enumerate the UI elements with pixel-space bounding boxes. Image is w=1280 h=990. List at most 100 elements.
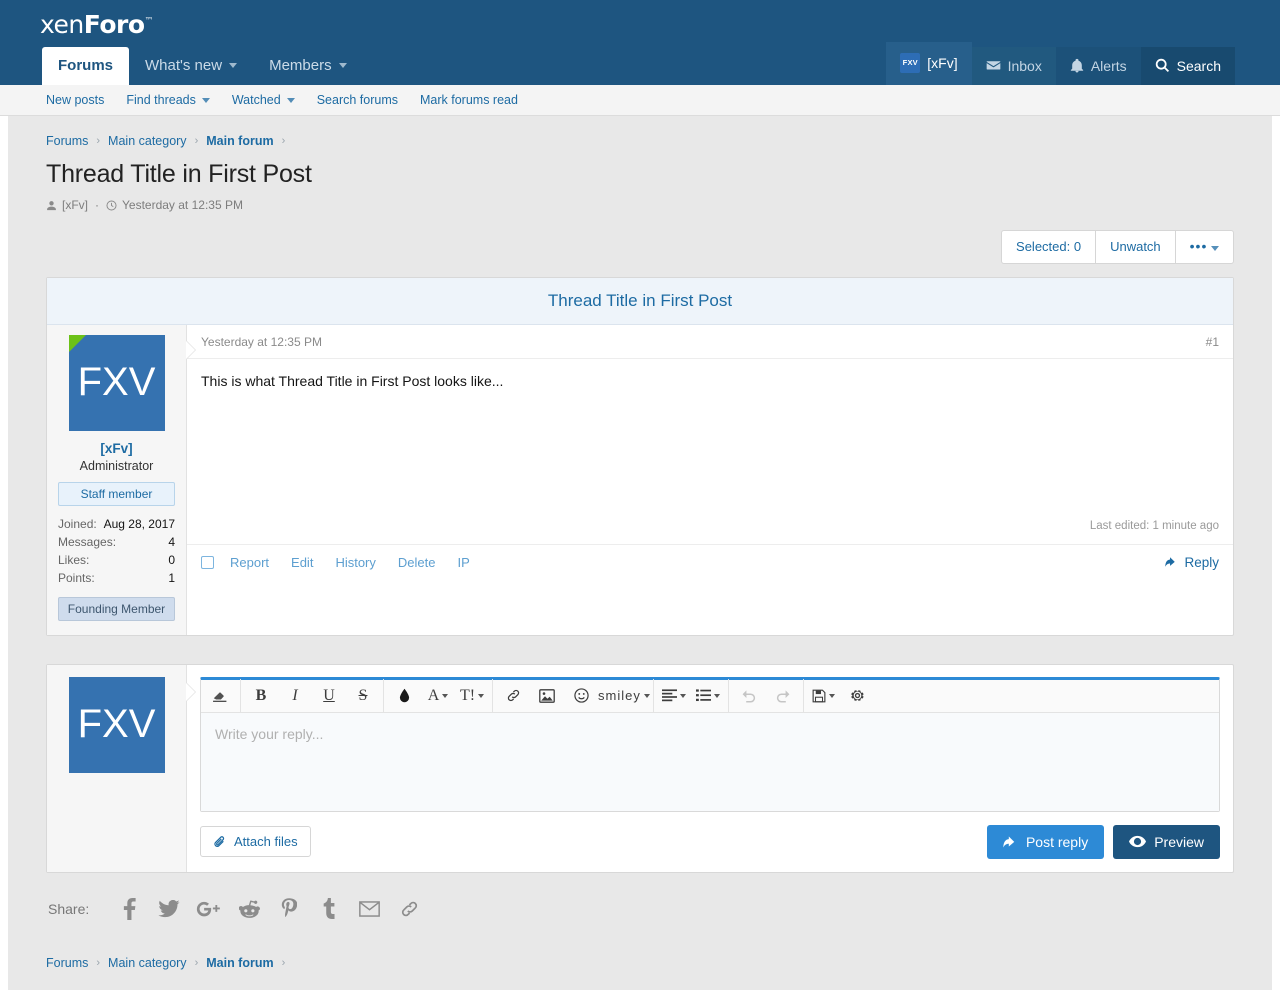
smilies-icon[interactable] <box>564 679 598 712</box>
subnav-item-new-posts[interactable]: New posts <box>46 93 115 107</box>
attach-files-button[interactable]: Attach files <box>200 826 311 857</box>
selected-count-button[interactable]: Selected: 0 <box>1001 230 1097 264</box>
chevron-down-icon <box>286 97 295 103</box>
undo-icon[interactable] <box>732 679 766 712</box>
page-container: Forums › Main category › Main forum › Th… <box>0 116 1280 990</box>
post-reply-button[interactable]: Post reply <box>986 824 1105 859</box>
alerts-label: Alerts <box>1090 57 1127 74</box>
preview-button[interactable]: Preview <box>1113 824 1220 859</box>
settings-icon[interactable] <box>841 679 875 712</box>
post-timestamp[interactable]: Yesterday at 12:35 PM <box>201 335 322 349</box>
italic-icon[interactable]: I <box>278 679 312 712</box>
subnav-item-watched[interactable]: Watched <box>221 93 306 107</box>
breadcrumb-separator: › <box>281 135 286 147</box>
google-plus-icon[interactable] <box>189 900 229 918</box>
tumblr-icon[interactable] <box>309 898 349 919</box>
breadcrumb-label: Forums <box>46 134 89 148</box>
inbox-button[interactable]: Inbox <box>971 47 1056 85</box>
post-permalink[interactable]: #1 <box>1206 335 1219 349</box>
post-select-checkbox[interactable] <box>201 555 214 569</box>
text-color-icon[interactable] <box>387 679 421 712</box>
post-article: FXV [xFv] Administrator Staff member Joi… <box>47 324 1233 635</box>
page-title: Thread Title in First Post <box>46 160 312 188</box>
bold-icon[interactable]: B <box>244 679 278 712</box>
user-banner: Founding Member <box>58 596 175 621</box>
font-family-icon[interactable]: A <box>421 679 455 712</box>
reddit-icon[interactable] <box>229 899 269 918</box>
editor-footer: Attach files Post reply Preview <box>200 824 1220 859</box>
breadcrumb-item-main-category[interactable]: Main category <box>108 134 187 148</box>
toolbar-separator <box>727 679 729 712</box>
breadcrumb-label: Forums <box>46 955 89 970</box>
post-user-info: FXV [xFv] Administrator Staff member Joi… <box>47 324 195 635</box>
redo-icon[interactable] <box>766 679 800 712</box>
post-username[interactable]: [xFv] <box>58 441 175 456</box>
avatar[interactable]: FXV <box>68 676 165 773</box>
post-message-text: This is what Thread Title in First Post … <box>201 372 504 389</box>
reply-textarea[interactable]: Write your reply... <box>201 712 1219 811</box>
facebook-icon[interactable] <box>109 897 149 920</box>
breadcrumb-item-main-forum[interactable]: Main forum <box>206 134 273 148</box>
breadcrumb-separator: › <box>281 956 286 969</box>
underline-icon[interactable]: U <box>312 679 346 712</box>
reply-arrow-icon <box>1003 835 1018 849</box>
toolbar-separator <box>802 679 804 712</box>
breadcrumb-item-forums[interactable]: Forums <box>46 956 88 970</box>
more-options-button[interactable]: ••• <box>1174 230 1234 264</box>
breadcrumb-item-main-category[interactable]: Main category <box>108 956 187 970</box>
breadcrumb-item-forums[interactable]: Forums <box>46 134 88 148</box>
font-size-glyph: T! <box>459 686 476 704</box>
post-action-edit[interactable]: Edit <box>291 555 313 570</box>
drafts-icon[interactable] <box>807 679 841 712</box>
post-content-column: Yesterday at 12:35 PM #1 This is what Th… <box>187 325 1233 635</box>
stat-label: Points: <box>58 570 95 585</box>
post-action-ip[interactable]: IP <box>457 555 469 570</box>
breadcrumb-separator: › <box>96 135 101 147</box>
breadcrumb-label: Main forum <box>206 134 274 148</box>
alerts-button[interactable]: Alerts <box>1055 47 1141 85</box>
user-menu-button[interactable]: FXV [xFv] <box>886 42 972 85</box>
thread-author[interactable]: [xFv] <box>62 198 88 212</box>
chevron-down-icon <box>201 97 210 103</box>
post-action-report[interactable]: Report <box>230 555 269 570</box>
thread-timestamp[interactable]: Yesterday at 12:35 PM <box>122 198 243 212</box>
staff-member-banner: Staff member <box>58 481 175 506</box>
strikethrough-icon[interactable]: S <box>346 679 380 712</box>
nav-tab-members[interactable]: Members <box>253 47 363 85</box>
post-action-delete[interactable]: Delete <box>398 555 436 570</box>
subnav-item-search-forums[interactable]: Search forums <box>306 93 409 107</box>
search-button[interactable]: Search <box>1140 47 1235 85</box>
nav-tab-whats-new[interactable]: What's new <box>129 47 253 85</box>
pinterest-icon[interactable] <box>269 898 309 919</box>
link-icon[interactable] <box>389 900 429 918</box>
subnav-label: Watched <box>231 93 281 107</box>
reply-editor-block: FXV B I U S A T! smiley Write your reply… <box>46 663 1234 873</box>
nav-tab-forums[interactable]: Forums <box>42 47 130 85</box>
font-size-icon[interactable]: T! <box>455 679 489 712</box>
post-action-history[interactable]: History <box>335 555 375 570</box>
stat-label: Joined: <box>58 516 97 531</box>
list-icon[interactable] <box>691 679 725 712</box>
avatar-text: FXV <box>77 702 156 746</box>
subnav-item-mark-forums-read[interactable]: Mark forums read <box>409 93 529 107</box>
logo-text: xenForo™ <box>40 10 154 39</box>
email-icon[interactable] <box>349 900 389 917</box>
image-icon[interactable] <box>530 679 564 712</box>
remove-format-icon[interactable] <box>203 679 237 712</box>
stat-label: Messages: <box>58 534 117 549</box>
site-logo[interactable]: xenForo™ <box>40 10 153 39</box>
subnav-item-find-threads[interactable]: Find threads <box>115 93 220 107</box>
reply-editor-main: B I U S A T! smiley Write your reply... … <box>187 665 1233 872</box>
more-options-icon[interactable]: smiley <box>598 679 650 712</box>
twitter-icon[interactable] <box>149 899 189 918</box>
post-reply-button[interactable]: Reply <box>1165 555 1219 570</box>
chevron-down-icon <box>713 693 720 698</box>
link-icon[interactable] <box>496 679 530 712</box>
text-align-icon[interactable] <box>657 679 691 712</box>
inbox-label: Inbox <box>1007 57 1042 74</box>
breadcrumb-item-main-forum[interactable]: Main forum <box>206 956 273 970</box>
avatar[interactable]: FXV <box>68 334 165 431</box>
site-header: xenForo™ Forums What's new Members FXV [… <box>0 0 1280 85</box>
unwatch-button[interactable]: Unwatch <box>1095 230 1176 264</box>
thread-meta: [xFv] · Yesterday at 12:35 PM <box>46 198 1234 212</box>
